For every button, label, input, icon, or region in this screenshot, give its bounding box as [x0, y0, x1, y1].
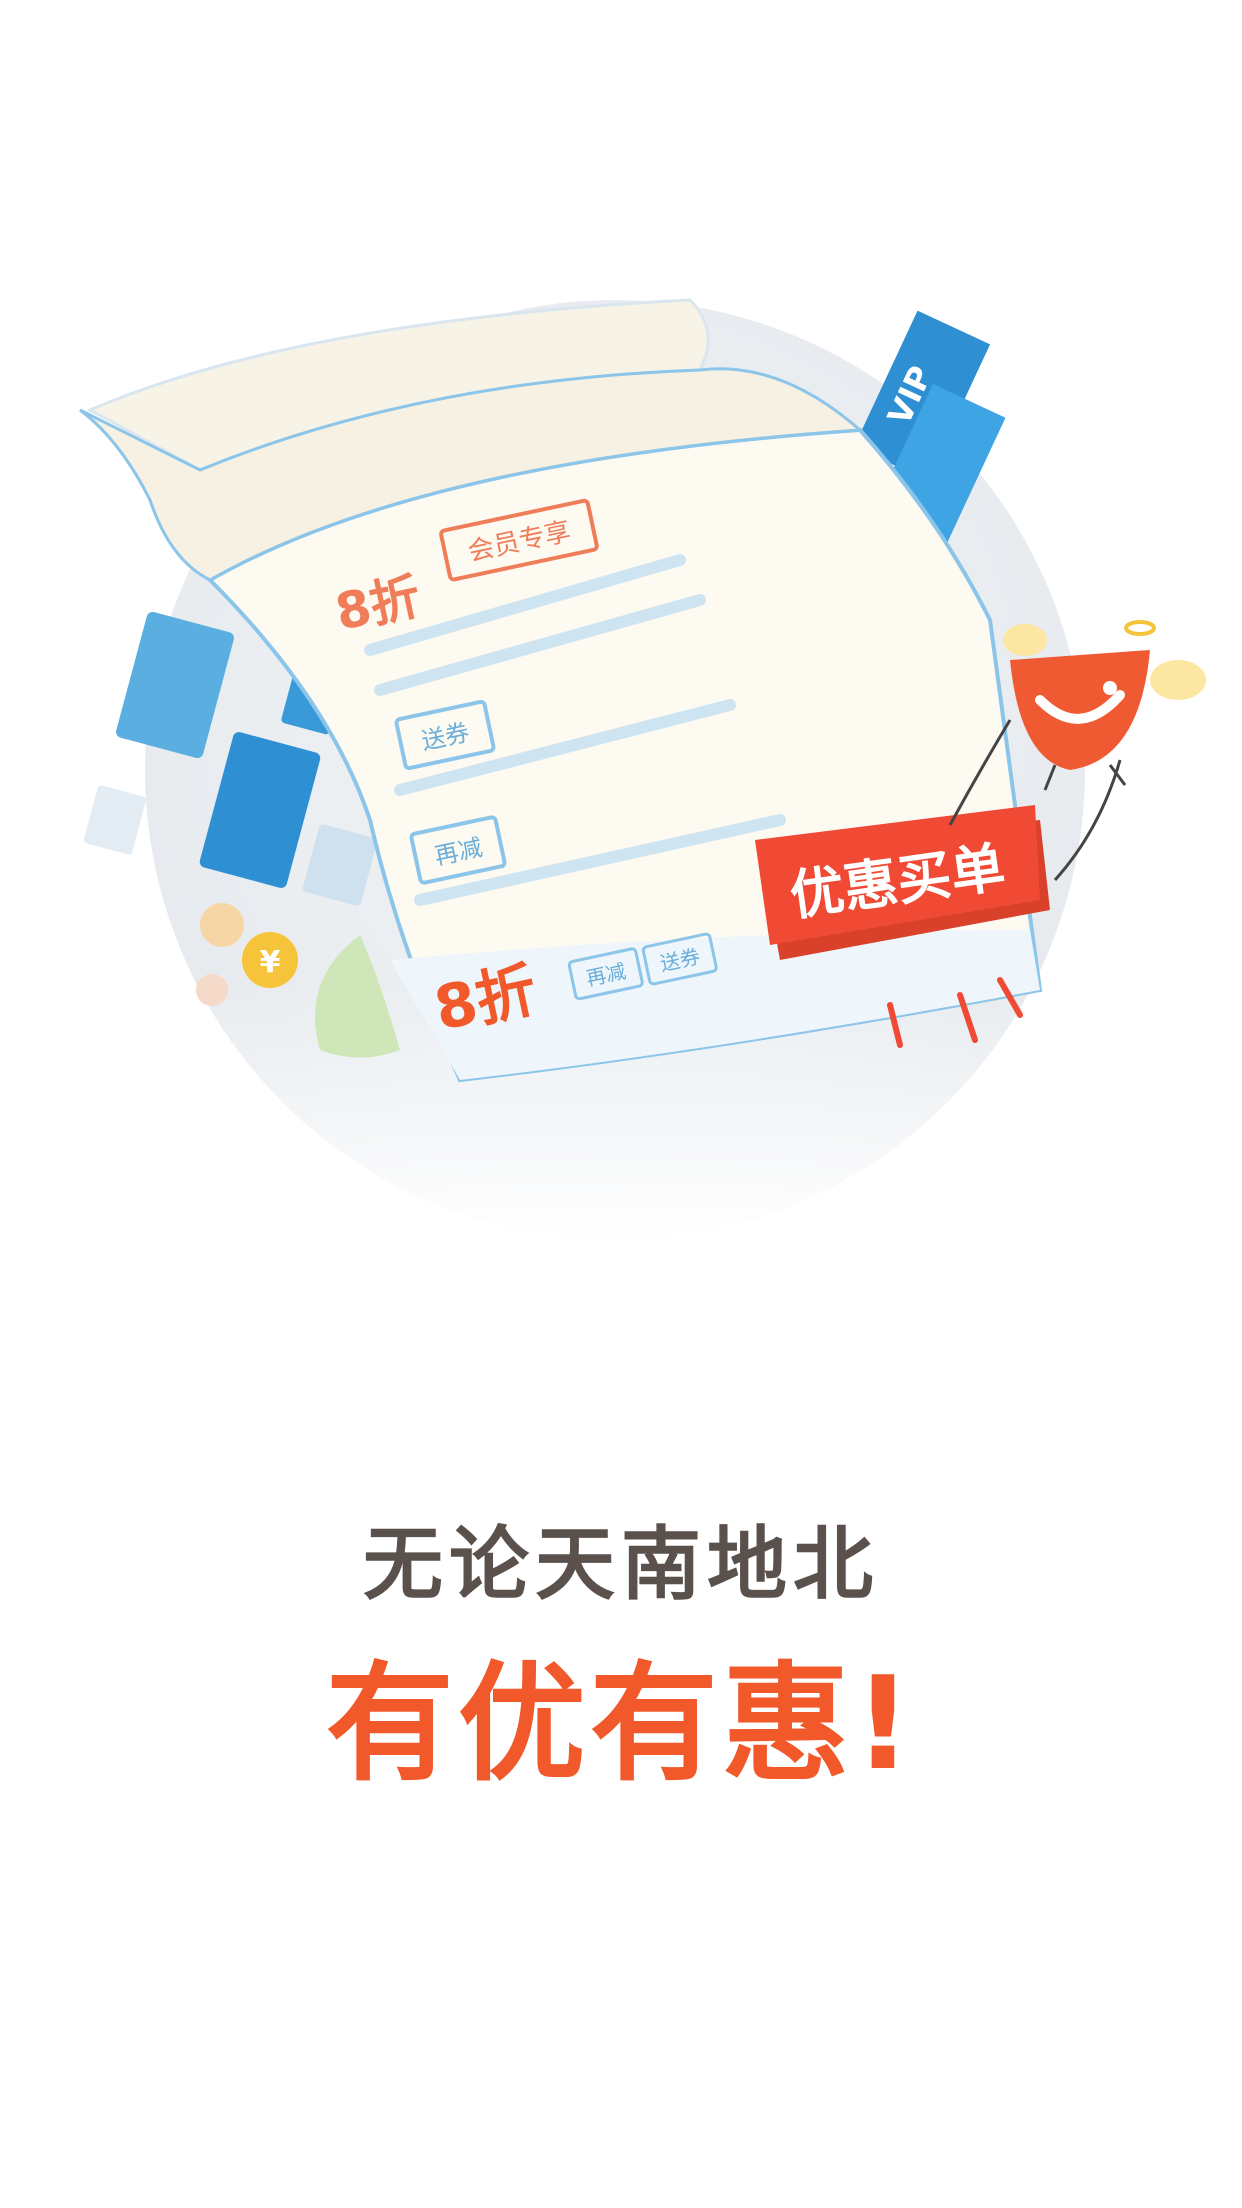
coin-symbol: ¥ [260, 945, 281, 980]
headline-line1: 无论天南地北 [363, 1518, 879, 1611]
headline-line2: 有优有惠! [325, 1650, 917, 1799]
splash-illustration: ¥ VIP 8折 会员专享 送券 再减 8折 再减 送券 优惠买单 [0, 298, 1242, 1240]
